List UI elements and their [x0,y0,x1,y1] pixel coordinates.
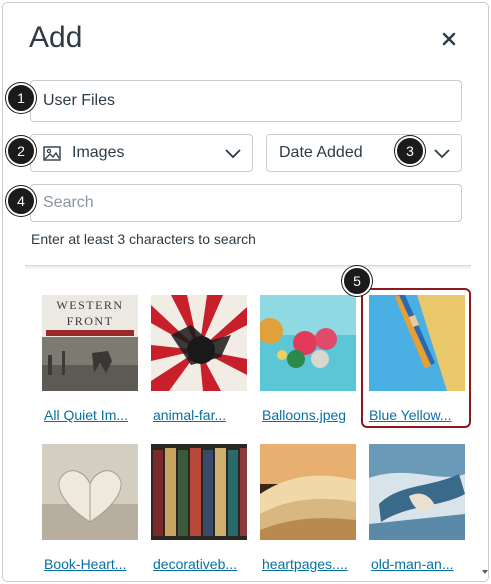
image-label[interactable]: old-man-an... [371,556,453,572]
image-thumbnail [369,444,465,540]
callout-badge-5: 5 [342,266,372,296]
image-label[interactable]: decorativeb... [153,556,237,572]
close-icon[interactable] [439,29,459,49]
divider [25,265,471,270]
add-image-panel: Add User Files Images Date Added Enter a… [2,2,489,582]
callout-badge-1: 1 [6,83,36,113]
chevron-down-icon [433,147,451,165]
sort-select[interactable]: Date Added [266,134,462,172]
image-tile[interactable]: Balloons.jpeg [260,295,358,423]
search-input[interactable] [43,185,443,221]
selected-image-highlight [361,288,471,428]
image-thumbnail: WESTERN FRONT [42,295,138,391]
search-hint: Enter at least 3 characters to search [31,231,256,247]
image-icon [43,146,61,166]
image-thumbnail [151,444,247,540]
source-value: User Files [43,92,116,109]
callout-badge-3: 3 [395,136,425,166]
chevron-down-icon [224,147,242,165]
book-cover-line2: FRONT [67,314,114,328]
type-filter-select[interactable]: Images [30,134,253,172]
type-filter-value: Images [72,144,125,161]
image-label[interactable]: heartpages.... [262,556,348,572]
image-tile[interactable]: heartpages.... [260,444,358,572]
image-tile[interactable]: WESTERN FRONT All Quiet Im... [42,295,140,423]
image-thumbnail [260,444,356,540]
image-label[interactable]: All Quiet Im... [44,407,128,423]
search-field[interactable] [30,184,462,222]
image-tile[interactable]: Book-Heart... [42,444,140,572]
source-select[interactable]: User Files [30,80,462,122]
image-label[interactable]: Balloons.jpeg [262,407,346,423]
panel-title: Add [29,21,83,54]
image-thumbnail [151,295,247,391]
scroll-down-indicator[interactable] [481,563,488,581]
image-thumbnail [260,295,356,391]
sort-value: Date Added [279,144,363,161]
image-tile[interactable]: animal-far... [151,295,249,423]
callout-badge-4: 4 [6,186,36,216]
book-cover-line1: WESTERN [56,298,123,312]
image-thumbnail [42,444,138,540]
image-tile[interactable]: old-man-an... [369,444,467,572]
callout-badge-2: 2 [6,136,36,166]
image-label[interactable]: animal-far... [153,407,226,423]
image-label[interactable]: Book-Heart... [44,556,126,572]
image-tile[interactable]: decorativeb... [151,444,249,572]
